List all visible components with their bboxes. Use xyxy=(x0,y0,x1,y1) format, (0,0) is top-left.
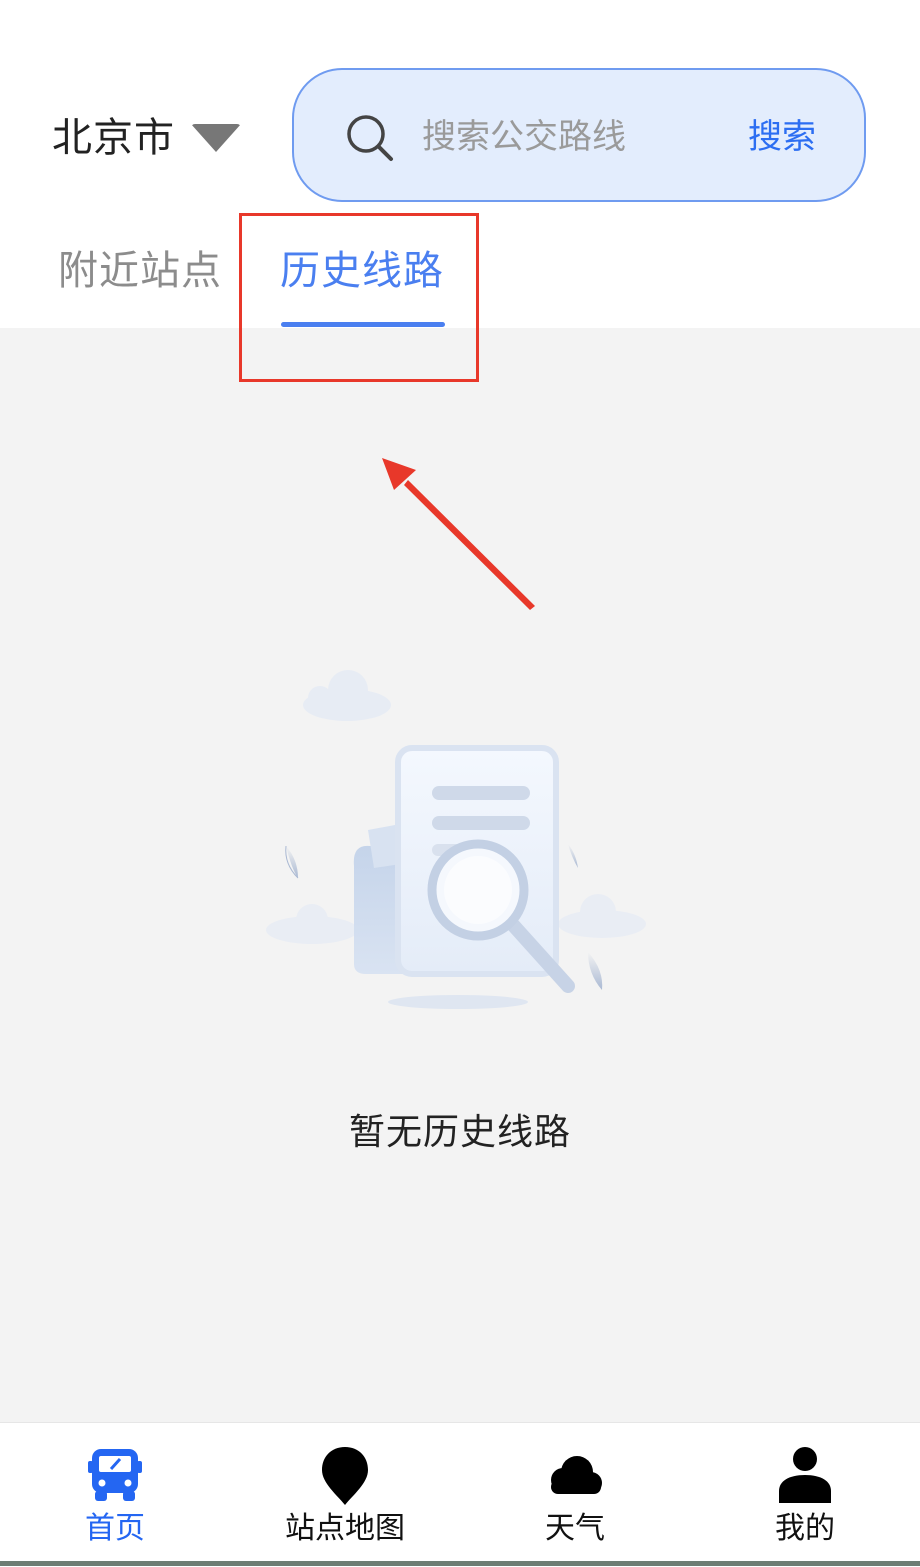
city-label: 北京市 xyxy=(52,115,175,161)
empty-document-search-illustration xyxy=(266,670,646,1009)
dropdown-arrow-icon xyxy=(191,124,241,152)
nav-home-label: 首页 xyxy=(85,1511,145,1546)
tab-nearby-stops[interactable]: 附近站点 xyxy=(58,240,222,302)
nav-weather[interactable]: 天气 xyxy=(460,1423,690,1567)
bus-icon xyxy=(88,1449,142,1501)
nav-weather-label: 天气 xyxy=(545,1511,605,1546)
nav-profile-label: 我的 xyxy=(775,1511,835,1546)
empty-state-message: 暂无历史线路 xyxy=(348,1112,571,1153)
bottom-edge-strip xyxy=(0,1561,920,1566)
nav-station-map[interactable]: 站点地图 xyxy=(230,1423,460,1567)
location-pin-icon xyxy=(322,1447,368,1505)
search-icon xyxy=(347,115,393,161)
nav-station-map-label: 站点地图 xyxy=(285,1511,405,1546)
header: 北京市 搜索 附近站点 历史线路 xyxy=(0,0,920,328)
search-bar: 搜索 xyxy=(292,68,866,202)
user-icon xyxy=(779,1447,831,1503)
bottom-navigation: 首页 站点地图 天气 我的 xyxy=(0,1422,920,1566)
search-input[interactable] xyxy=(422,110,722,164)
nav-home[interactable]: 首页 xyxy=(0,1423,230,1567)
tab-bar: 附近站点 历史线路 xyxy=(0,232,920,328)
city-selector[interactable]: 北京市 xyxy=(52,112,241,164)
history-routes-panel: 暂无历史线路 xyxy=(0,328,920,1422)
tab-history-routes[interactable]: 历史线路 xyxy=(280,240,444,302)
active-tab-indicator xyxy=(281,322,445,327)
search-button[interactable]: 搜索 xyxy=(748,110,816,164)
nav-profile[interactable]: 我的 xyxy=(690,1423,920,1567)
cloud-icon xyxy=(551,1456,602,1494)
